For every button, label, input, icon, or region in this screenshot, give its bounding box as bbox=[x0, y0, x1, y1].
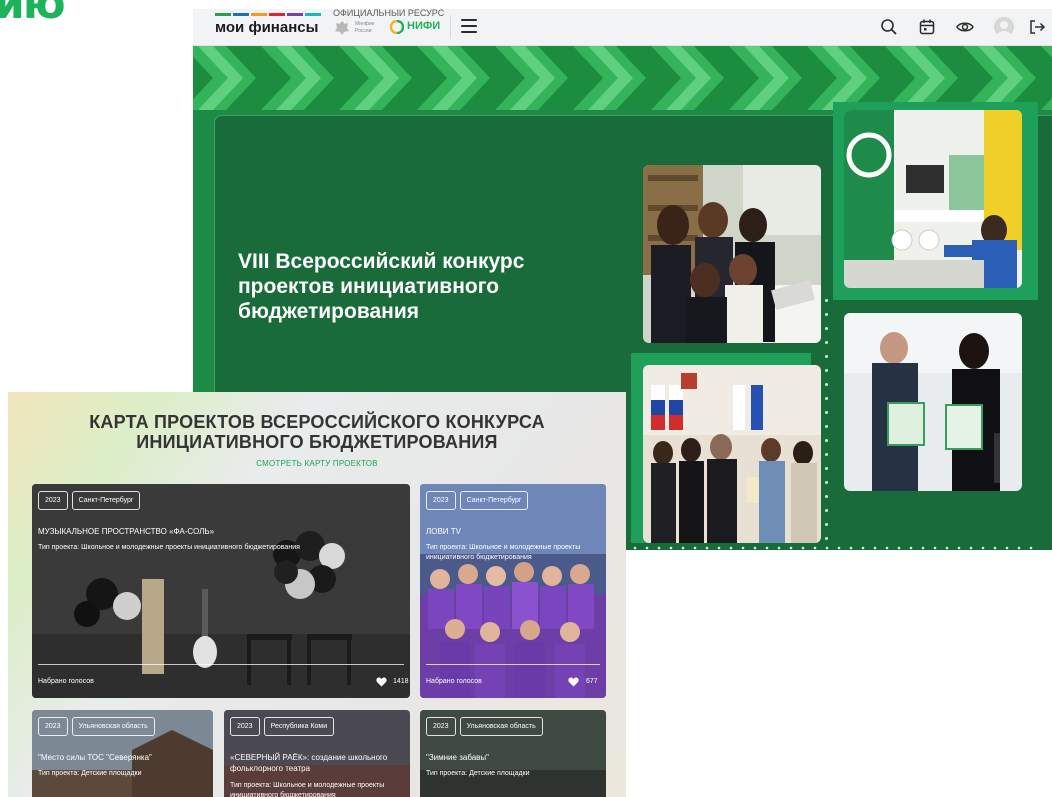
header-divider bbox=[450, 15, 451, 39]
project-card[interactable]: 2023 Санкт-Петербург ЛОВИ TV Тип проекта:… bbox=[420, 484, 606, 698]
heart-icon[interactable] bbox=[568, 677, 579, 687]
project-title: МУЗЫКАЛЬНОЕ ПРОСТРАНСТВО «ФА-СОЛЬ» bbox=[38, 527, 215, 536]
nifi-label: НИФИ bbox=[407, 20, 441, 32]
photo-students-laptop bbox=[643, 165, 821, 343]
region-tag[interactable]: Санкт-Петербург bbox=[71, 491, 141, 510]
year-tag[interactable]: 2023 bbox=[426, 717, 456, 736]
project-card[interactable]: 2023 Санкт-Петербург МУЗЫКАЛЬНОЕ ПРОСТРАН… bbox=[32, 484, 410, 698]
heart-icon[interactable] bbox=[376, 677, 387, 687]
project-type: Тип проекта: Детские площадки bbox=[38, 770, 142, 777]
card-divider bbox=[38, 664, 404, 665]
project-card[interactable]: 2023 Ульяновская область "Место силы ТОС … bbox=[32, 710, 213, 797]
votes-count: 677 bbox=[586, 678, 598, 685]
project-card[interactable]: 2023 Ульяновская область "Зимние забавы" … bbox=[420, 710, 606, 797]
year-tag[interactable]: 2023 bbox=[426, 491, 456, 510]
votes-count: 1418 bbox=[393, 678, 409, 685]
dotted-decoration bbox=[821, 299, 833, 550]
photo-youth-space bbox=[844, 110, 1022, 288]
project-card[interactable]: 2023 Республика Коми «СЕВЕРНЫЙ РАЁК»: соз… bbox=[224, 710, 410, 797]
project-type: Тип проекта: Школьное и молодежные проек… bbox=[230, 782, 385, 797]
project-type: Тип проекта: Школьное и молодежные проек… bbox=[38, 544, 300, 551]
photo-banner-text bbox=[857, 328, 1027, 362]
region-tag[interactable]: Ульяновская область bbox=[459, 717, 543, 736]
avatar[interactable] bbox=[994, 17, 1014, 37]
photo-award-ceremony bbox=[643, 365, 821, 543]
site-header: мои финансы ОФИЦИАЛЬНЫЙ РЕСУРС Минфин Ро… bbox=[193, 9, 1052, 46]
search-icon[interactable] bbox=[879, 17, 899, 37]
year-tag[interactable]: 2023 bbox=[38, 717, 68, 736]
emblem-icon bbox=[335, 21, 349, 35]
year-tag[interactable]: 2023 bbox=[38, 491, 68, 510]
year-tag[interactable]: 2023 bbox=[230, 717, 260, 736]
card-divider bbox=[426, 664, 600, 665]
minfin-label: Минфин России bbox=[355, 21, 375, 34]
corner-logo-fragment: ию bbox=[0, 0, 66, 29]
official-resource-label: ОФИЦИАЛЬНЫЙ РЕСУРС bbox=[333, 9, 445, 18]
projects-map-panel: КАРТА ПРОЕКТОВ ВСЕРОССИЙСКОГО КОНКУРСА И… bbox=[8, 392, 626, 797]
eye-icon[interactable] bbox=[955, 17, 975, 37]
region-tag[interactable]: Республика Коми bbox=[263, 717, 335, 736]
nifi-logo-icon bbox=[390, 20, 404, 34]
project-title: "Зимние забавы" bbox=[426, 753, 490, 762]
project-title: "Место силы ТОС "Северянка" bbox=[38, 753, 152, 762]
project-title: ЛОВИ TV bbox=[426, 527, 462, 536]
votes-label: Набрано голосов bbox=[38, 678, 94, 685]
dotted-decoration bbox=[633, 546, 1033, 550]
map-title: КАРТА ПРОЕКТОВ ВСЕРОССИЙСКОГО КОНКУРСА И… bbox=[89, 412, 545, 452]
site-logo[interactable]: мои финансы bbox=[215, 19, 318, 36]
project-title: «СЕВЕРНЫЙ РАЁК»: создание школьного фоль… bbox=[230, 753, 388, 773]
hero-title: VIII Всероссийский конкурс проектов иниц… bbox=[238, 250, 525, 323]
logout-icon[interactable] bbox=[1027, 17, 1047, 37]
project-type: Тип проекта: Детские площадки bbox=[426, 770, 530, 777]
chevron-banner bbox=[193, 46, 1052, 110]
votes-label: Набрано голосов bbox=[426, 678, 482, 685]
region-tag[interactable]: Ульяновская область bbox=[71, 717, 155, 736]
menu-icon[interactable] bbox=[461, 19, 477, 33]
project-type: Тип проекта: Школьное и молодежные проек… bbox=[426, 544, 581, 561]
brand-stripes bbox=[215, 13, 321, 16]
calendar-icon[interactable] bbox=[917, 17, 937, 37]
region-tag[interactable]: Санкт-Петербург bbox=[459, 491, 529, 510]
view-map-link[interactable]: СМОТРЕТЬ КАРТУ ПРОЕКТОВ bbox=[8, 459, 626, 468]
